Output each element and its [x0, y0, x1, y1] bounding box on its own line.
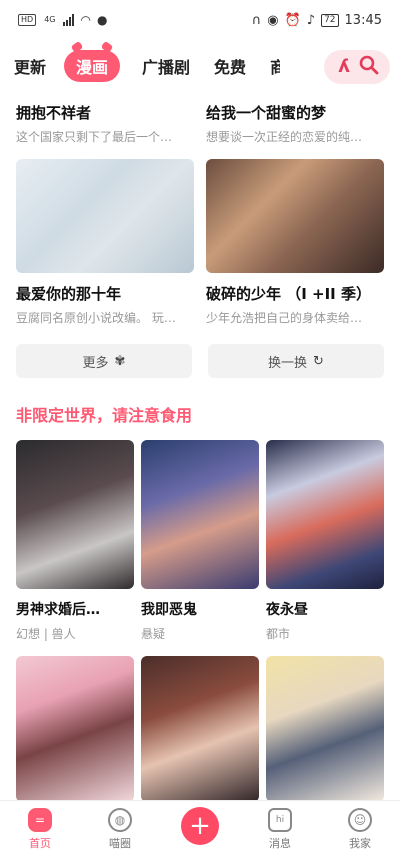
- network-indicator: 4G: [44, 15, 56, 24]
- more-label: 更多: [82, 355, 109, 371]
- tab-audio-drama[interactable]: 广播剧: [142, 54, 190, 78]
- refresh-icon: ↻: [313, 353, 324, 369]
- plus-icon: +: [181, 807, 219, 845]
- featured-card[interactable]: 拥抱不祥者 这个国家只剩下了最后一个…: [16, 92, 194, 145]
- refresh-label: 换一换: [268, 355, 308, 371]
- card-desc: 想要谈一次正经的恋爱的纯…: [206, 130, 363, 144]
- more-icon: ✾: [114, 353, 126, 369]
- nav-community[interactable]: ◍ 喵圈: [90, 808, 150, 851]
- comic-tags: 幻想 | 兽人: [16, 627, 76, 641]
- card-desc: 少年允浩把自己的身体卖给…: [206, 311, 363, 325]
- category-icon[interactable]: ʎ: [338, 55, 350, 79]
- status-bar: HD 4G ◠ ● ∩ ◉ ⏰ ♪ 72 13:45: [0, 0, 400, 40]
- comic-tags: 悬疑: [141, 627, 166, 641]
- planet-icon: ◍: [108, 808, 132, 832]
- more-button[interactable]: 更多 ✾: [16, 344, 192, 378]
- cover-image[interactable]: [141, 656, 259, 802]
- featured-card[interactable]: 给我一个甜蜜的梦 想要谈一次正经的恋爱的纯…: [206, 92, 384, 145]
- card-desc: 豆腐同名原创小说改编。 玩…: [16, 311, 176, 325]
- eye-icon: ◉: [267, 12, 279, 28]
- cover-image[interactable]: [141, 440, 259, 589]
- wifi-icon: ◠: [80, 13, 91, 27]
- clock-time: 13:45: [344, 12, 382, 28]
- nav-label: 我家: [349, 837, 371, 850]
- nav-create[interactable]: +: [170, 807, 230, 851]
- headset-icon: ∩: [251, 12, 262, 28]
- tab-updates[interactable]: 更新: [14, 54, 46, 78]
- comic-card[interactable]: 夜永昼 都市: [266, 440, 384, 642]
- comic-card[interactable]: 我即恶鬼 悬疑: [141, 440, 259, 642]
- comic-card[interactable]: 男神求婚后… 幻想 | 兽人: [16, 440, 134, 642]
- bell-icon: ♪: [306, 12, 316, 28]
- featured-card[interactable]: 破碎的少年 （I +II 季） 少年允浩把自己的身体卖给…: [206, 145, 384, 326]
- nav-label: 喵圈: [109, 837, 131, 850]
- featured-card[interactable]: 最爱你的那十年 豆腐同名原创小说改编。 玩…: [16, 145, 194, 326]
- nav-profile[interactable]: ☺ 我家: [330, 808, 390, 851]
- comic-title: 夜永昼: [266, 602, 308, 618]
- cover-image[interactable]: [206, 159, 384, 273]
- refresh-button[interactable]: 换一换 ↻: [208, 344, 384, 378]
- hd-indicator: HD: [18, 14, 37, 26]
- card-title: 拥抱不祥者: [16, 104, 92, 122]
- cover-image[interactable]: [266, 440, 384, 589]
- home-icon: =: [28, 808, 52, 832]
- chat-icon: hi: [268, 808, 292, 832]
- bottom-nav: = 首页 ◍ 喵圈 + hi 消息 ☺ 我家: [0, 800, 400, 857]
- alarm-icon: ⏰: [284, 12, 301, 28]
- comic-card[interactable]: [16, 656, 134, 802]
- cover-image[interactable]: [16, 656, 134, 802]
- comic-tags: 都市: [266, 627, 291, 641]
- nav-home[interactable]: = 首页: [10, 808, 70, 851]
- top-tabs: 更新 漫画 广播剧 免费 商 ʎ: [0, 40, 400, 92]
- nav-label: 消息: [269, 837, 291, 850]
- tab-comics[interactable]: 漫画: [64, 50, 121, 82]
- card-title: 最爱你的那十年: [16, 285, 122, 303]
- cover-image[interactable]: [266, 656, 384, 802]
- tab-shop[interactable]: 商: [270, 54, 280, 78]
- signal-icon: [63, 14, 75, 26]
- comic-card[interactable]: [141, 656, 259, 802]
- cover-image[interactable]: [16, 159, 194, 273]
- comic-card[interactable]: [266, 656, 384, 802]
- card-title: 给我一个甜蜜的梦: [206, 104, 327, 122]
- nav-messages[interactable]: hi 消息: [250, 808, 310, 851]
- message-icon: ●: [96, 13, 108, 27]
- user-icon: ☺: [348, 808, 372, 832]
- cover-image[interactable]: [16, 440, 134, 589]
- tab-tools: ʎ: [324, 50, 390, 84]
- section-title: 非限定世界，请注意食用: [16, 406, 193, 425]
- card-desc: 这个国家只剩下了最后一个…: [16, 130, 173, 144]
- nav-label: 首页: [29, 837, 51, 850]
- comic-title: 我即恶鬼: [141, 602, 197, 618]
- battery-icon: 72: [321, 13, 339, 27]
- search-icon[interactable]: [358, 54, 380, 80]
- comic-title: 男神求婚后…: [16, 602, 100, 618]
- tab-free[interactable]: 免费: [214, 54, 246, 78]
- card-title: 破碎的少年 （I +II 季）: [206, 285, 371, 303]
